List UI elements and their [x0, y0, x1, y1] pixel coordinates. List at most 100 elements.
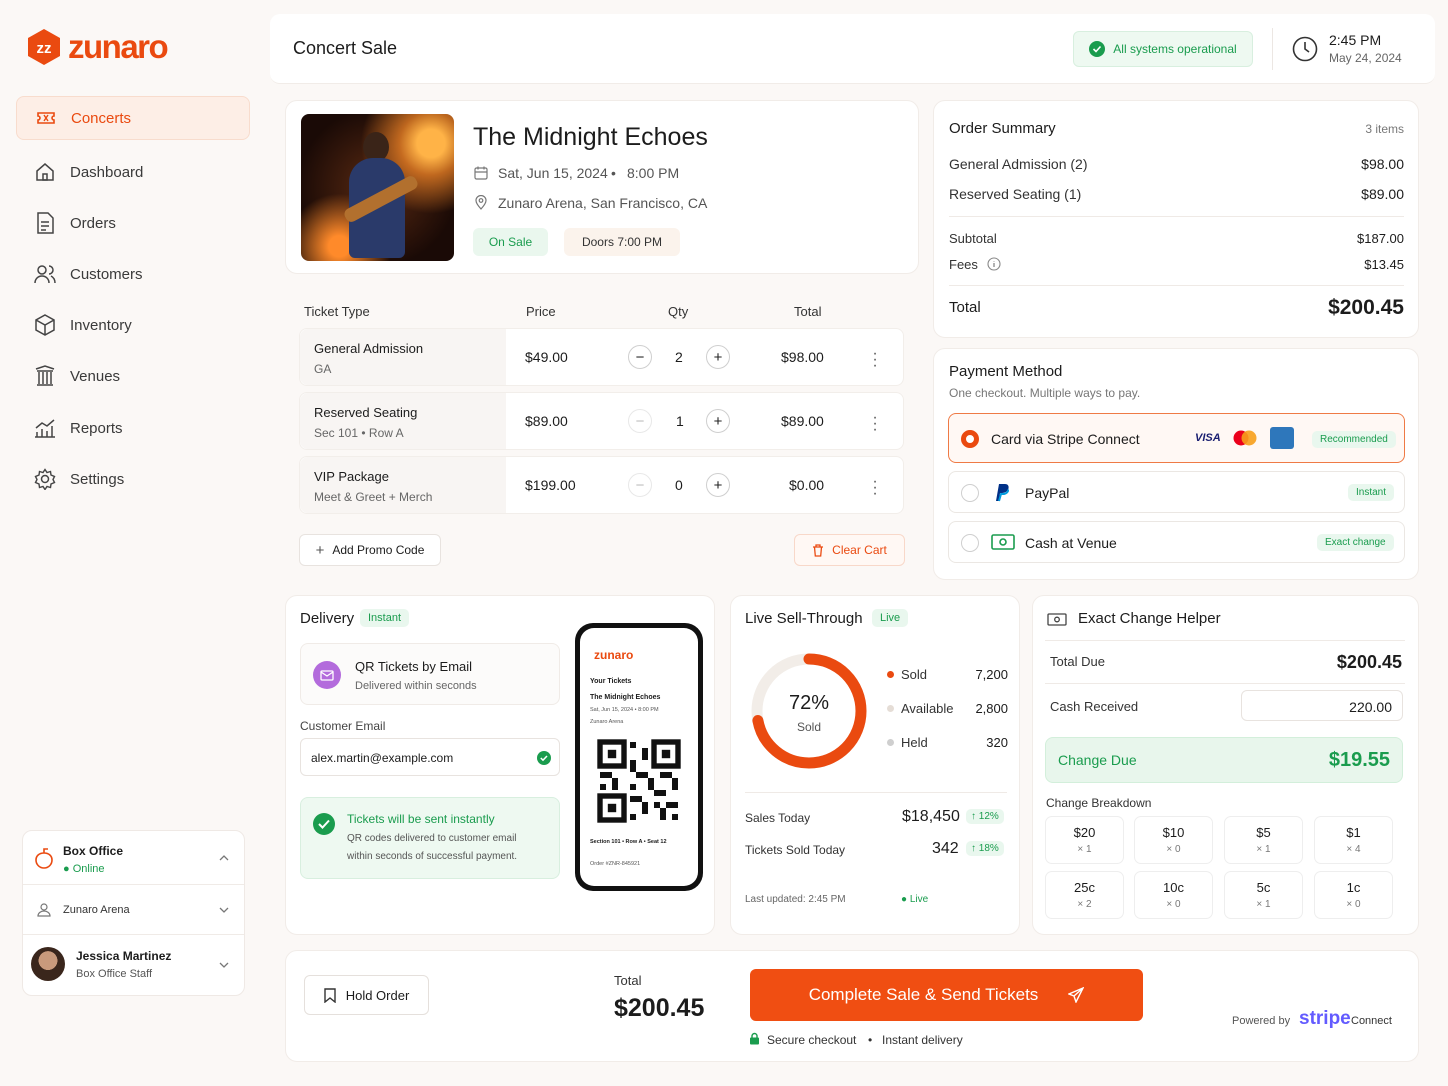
- header-date: May 24, 2024: [1329, 51, 1402, 65]
- increase-qty-button[interactable]: +: [706, 345, 730, 369]
- logo[interactable]: zz zunaro: [26, 28, 169, 66]
- exact-change-card: Exact Change Helper Total Due $200.45 Ca…: [1032, 595, 1419, 935]
- more-options-icon[interactable]: · · ·: [871, 346, 879, 374]
- sidebar-item-venues[interactable]: Venues: [16, 354, 250, 398]
- table-row: VIP Package Meet & Greet + Merch $199.00…: [299, 456, 904, 514]
- exact-change-badge: Exact change: [1317, 534, 1394, 551]
- plus-icon: +: [315, 541, 325, 559]
- tickets-change-badge: ↑ 18%: [966, 841, 1004, 856]
- change-due-value: $19.55: [1328, 749, 1390, 771]
- increase-qty-button[interactable]: +: [706, 409, 730, 433]
- sidebar-item-concerts[interactable]: Concerts: [16, 96, 250, 140]
- chart-icon: [34, 417, 56, 439]
- ticket-icon: [35, 107, 57, 129]
- decrease-qty-button[interactable]: −: [628, 409, 652, 433]
- sidebar-item-label: Inventory: [70, 316, 132, 334]
- payment-option-label: PayPal: [1025, 485, 1070, 501]
- live-indicator: ● Live: [901, 894, 929, 905]
- more-options-icon[interactable]: · · ·: [871, 474, 879, 502]
- venue-name: Zunaro Arena: [63, 904, 130, 916]
- exact-change-title: Exact Change Helper: [1078, 610, 1221, 627]
- phone-logo: zunaro: [594, 648, 634, 662]
- event-time: 8:00 PM: [627, 165, 680, 181]
- payment-option-paypal[interactable]: PayPal Instant: [948, 471, 1405, 513]
- box-office-selector[interactable]: Box Office ● Online: [23, 831, 244, 885]
- box-icon: [34, 314, 56, 336]
- sales-today-value: $18,450: [902, 808, 960, 825]
- complete-sale-button[interactable]: Complete Sale & Send Tickets: [750, 969, 1143, 1021]
- qr-code: [594, 736, 684, 826]
- summary-line-label: General Admission (2): [949, 156, 1088, 172]
- table-row: Reserved Seating Sec 101 • Row A $89.00 …: [299, 392, 904, 450]
- email-field[interactable]: alex.martin@example.com: [300, 738, 560, 776]
- sell-through-title: Live Sell-Through: [745, 610, 863, 627]
- email-value: alex.martin@example.com: [311, 751, 454, 765]
- tickets-sold-label: Tickets Sold Today: [745, 843, 846, 857]
- payment-option-card[interactable]: Card via Stripe Connect VISA Recommended: [948, 413, 1405, 463]
- payment-option-label: Cash at Venue: [1025, 535, 1117, 551]
- total-due-label: Total Due: [1050, 654, 1105, 669]
- ticket-type-name: Reserved Seating: [314, 405, 418, 420]
- legend-dot-sold: [887, 671, 894, 678]
- info-icon[interactable]: [987, 257, 1001, 271]
- ticket-total: $0.00: [789, 477, 825, 493]
- denomination-tile: 25c × 2: [1045, 871, 1124, 919]
- delivery-title: Delivery: [300, 610, 355, 627]
- chevron-up-icon: [219, 855, 229, 861]
- event-title: The Midnight Echoes: [473, 123, 708, 151]
- user-role: Box Office Staff: [76, 968, 153, 980]
- calendar-icon: [474, 166, 488, 180]
- add-promo-button[interactable]: + Add Promo Code: [299, 534, 441, 566]
- payment-option-cash[interactable]: Cash at Venue Exact change: [948, 521, 1405, 563]
- email-icon: [313, 661, 341, 689]
- sidebar-item-settings[interactable]: Settings: [16, 457, 250, 501]
- clock-icon: [1292, 36, 1318, 62]
- send-icon: [1068, 987, 1085, 1003]
- event-date-separator: •: [611, 165, 616, 181]
- ticket-qty: 0: [675, 477, 683, 493]
- user-icon: [37, 903, 51, 917]
- column-header-total: Total: [794, 304, 822, 319]
- venue-selector[interactable]: Zunaro Arena: [23, 885, 244, 935]
- sidebar-item-reports[interactable]: Reports: [16, 406, 250, 450]
- decrease-qty-button[interactable]: −: [628, 345, 652, 369]
- radio-unselected[interactable]: [961, 484, 979, 502]
- denomination-tile: $10 × 0: [1134, 816, 1213, 864]
- ticket-type-name: VIP Package: [314, 469, 389, 484]
- footer-total-label: Total: [614, 973, 642, 988]
- clear-cart-button[interactable]: Clear Cart: [794, 534, 905, 566]
- more-options-icon[interactable]: · · ·: [871, 410, 879, 438]
- instant-badge: Instant: [360, 609, 410, 627]
- delivery-method-option[interactable]: QR Tickets by Email Delivered within sec…: [300, 643, 560, 705]
- subtotal-label: Subtotal: [949, 231, 997, 246]
- user-profile[interactable]: Jessica Martinez Box Office Staff: [23, 935, 244, 997]
- ticket-type-sub: GA: [314, 362, 332, 376]
- ticket-total: $98.00: [781, 349, 824, 365]
- chevron-down-icon: [219, 962, 229, 968]
- sidebar-item-inventory[interactable]: Inventory: [16, 303, 250, 347]
- denomination-tile: 10c × 0: [1134, 871, 1213, 919]
- increase-qty-button[interactable]: +: [706, 473, 730, 497]
- sidebar-item-orders[interactable]: Orders: [16, 201, 250, 245]
- order-summary-title: Order Summary: [949, 120, 1056, 137]
- percent-sold: 72%: [788, 692, 830, 714]
- lock-icon: [750, 1032, 759, 1045]
- cash-received-input[interactable]: 220.00: [1241, 690, 1403, 721]
- phone-seat: Section 101 • Row A • Seat 12: [590, 839, 667, 845]
- sidebar-item-customers[interactable]: Customers: [16, 252, 250, 296]
- bookmark-icon: [324, 987, 336, 1003]
- decrease-qty-button[interactable]: −: [628, 473, 652, 497]
- notice-title: Tickets will be sent instantly: [347, 812, 495, 826]
- legend-label: Available: [901, 701, 954, 716]
- radio-unselected[interactable]: [961, 534, 979, 552]
- change-breakdown-title: Change Breakdown: [1046, 796, 1152, 810]
- delivery-card: Delivery Instant QR Tickets by Email Del…: [285, 595, 715, 935]
- email-field-label: Customer Email: [300, 719, 386, 733]
- sidebar-item-label: Settings: [70, 470, 125, 488]
- sidebar-item-dashboard[interactable]: Dashboard: [16, 150, 250, 194]
- sales-change-badge: ↑ 12%: [966, 809, 1004, 824]
- hold-order-button[interactable]: Hold Order: [304, 975, 429, 1015]
- change-due-label: Change Due: [1058, 752, 1137, 768]
- radio-selected[interactable]: [961, 430, 979, 448]
- amex-icon: [1270, 427, 1294, 449]
